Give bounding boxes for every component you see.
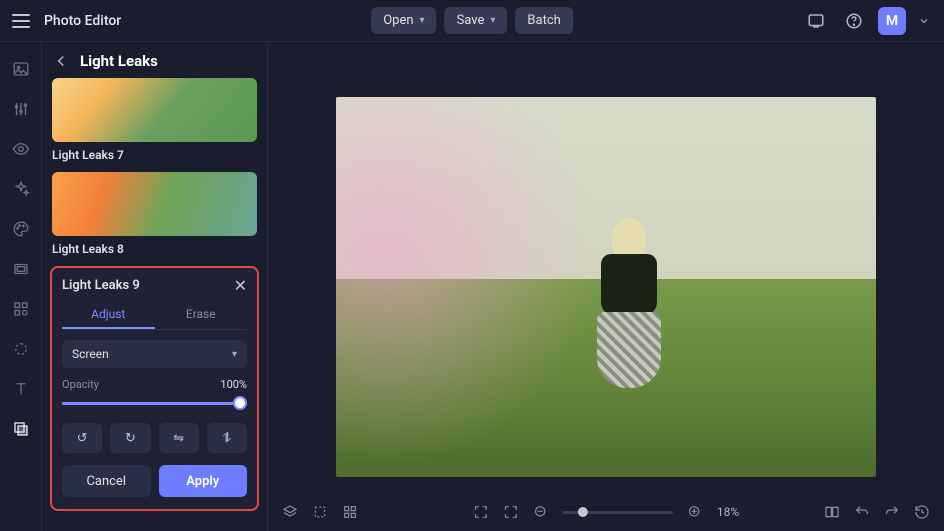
opacity-label: Opacity [62, 378, 99, 391]
flip-vertical-button[interactable]: ⥮ [207, 423, 247, 453]
adjust-tool-icon[interactable] [12, 100, 30, 118]
batch-button[interactable]: Batch [515, 7, 572, 34]
preset-thumbnail [52, 78, 257, 142]
zoom-value: 18% [717, 505, 739, 519]
zoom-in-icon[interactable] [687, 504, 703, 520]
history-icon[interactable] [914, 504, 930, 520]
opacity-value: 100% [220, 378, 247, 391]
redo-icon[interactable] [884, 504, 900, 520]
compare-icon[interactable] [824, 504, 840, 520]
app-title: Photo Editor [44, 13, 121, 29]
feedback-icon[interactable] [802, 7, 830, 35]
selection-icon[interactable] [312, 504, 328, 520]
close-icon[interactable]: ✕ [234, 276, 247, 295]
frame-tool-icon[interactable] [12, 260, 30, 278]
save-button[interactable]: Save▾ [445, 7, 508, 34]
chevron-down-icon: ▾ [232, 349, 237, 360]
rotate-ccw-button[interactable]: ↺ [62, 423, 102, 453]
zoom-slider[interactable] [563, 511, 673, 514]
preset-item[interactable]: Light Leaks 8 [52, 172, 257, 256]
preset-thumbnail [52, 172, 257, 236]
preset-label: Light Leaks 8 [52, 242, 257, 256]
account-dropdown-icon[interactable] [916, 7, 932, 35]
apply-button[interactable]: Apply [159, 465, 248, 497]
cancel-button[interactable]: Cancel [62, 465, 151, 497]
image-tool-icon[interactable] [12, 60, 30, 78]
text-tool-icon[interactable] [12, 380, 30, 398]
open-button[interactable]: Open▾ [371, 7, 436, 34]
panel-title: Light Leaks [80, 52, 158, 70]
tab-erase[interactable]: Erase [155, 301, 248, 329]
chevron-down-icon: ▾ [490, 15, 495, 26]
ai-tool-icon[interactable] [12, 180, 30, 198]
rotate-cw-button[interactable]: ↻ [110, 423, 150, 453]
opacity-slider[interactable] [62, 395, 247, 411]
overlay-tool-icon[interactable] [12, 420, 30, 438]
fullscreen-icon[interactable] [473, 504, 489, 520]
layers-icon[interactable] [282, 504, 298, 520]
flip-horizontal-button[interactable]: ⇋ [159, 423, 199, 453]
preset-item[interactable]: Light Leaks 7 [52, 78, 257, 162]
menu-button[interactable] [12, 14, 30, 28]
undo-icon[interactable] [854, 504, 870, 520]
fit-screen-icon[interactable] [503, 504, 519, 520]
help-icon[interactable] [840, 7, 868, 35]
effect-settings-card: Light Leaks 9 ✕ Adjust Erase Screen ▾ Op… [50, 266, 259, 511]
effect-name: Light Leaks 9 [62, 278, 140, 293]
elements-tool-icon[interactable] [12, 300, 30, 318]
blend-mode-select[interactable]: Screen ▾ [62, 340, 247, 368]
back-button[interactable] [52, 52, 70, 70]
preset-label: Light Leaks 7 [52, 148, 257, 162]
color-tool-icon[interactable] [12, 220, 30, 238]
tab-adjust[interactable]: Adjust [62, 301, 155, 329]
visibility-tool-icon[interactable] [12, 140, 30, 158]
chevron-down-icon: ▾ [420, 15, 425, 26]
zoom-out-icon[interactable] [533, 504, 549, 520]
crop-tool-icon[interactable] [12, 340, 30, 358]
avatar[interactable]: M [878, 7, 906, 35]
canvas-image[interactable] [336, 97, 876, 477]
grid-icon[interactable] [342, 504, 358, 520]
